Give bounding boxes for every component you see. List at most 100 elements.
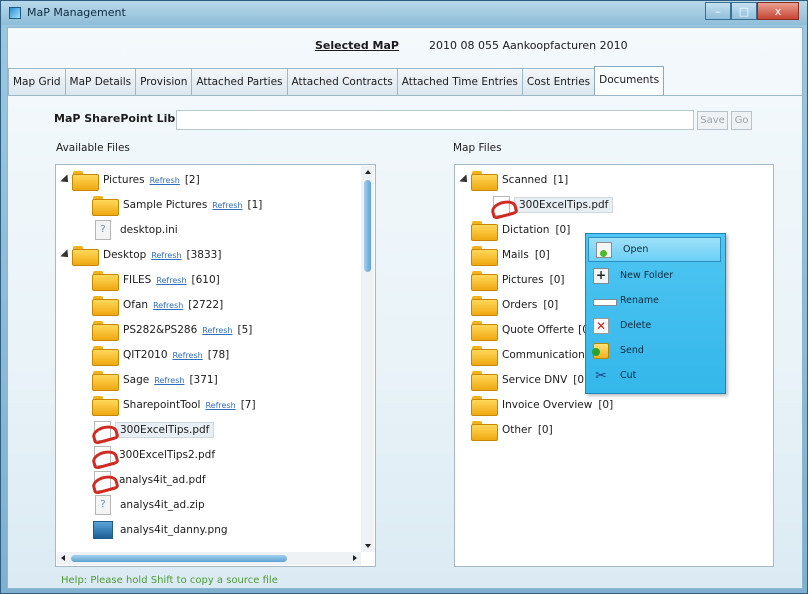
new-folder-icon: + <box>593 267 609 284</box>
item-name: analys4it_ad.zip <box>120 499 205 511</box>
context-menu-cut[interactable]: ✂ Cut <box>586 363 725 388</box>
folder-icon <box>92 345 119 366</box>
tree-item-folder[interactable]: Sage Refresh [371] <box>92 369 218 391</box>
item-name: Service DNV <box>502 374 568 386</box>
app-window: MaP Management – □ x Selected MaP 2010 0… <box>0 0 808 594</box>
tree-item-folder[interactable]: Scanned [1] <box>471 169 568 191</box>
item-count: [7] <box>240 399 256 411</box>
sharepoint-library-input[interactable] <box>176 110 694 130</box>
scroll-thumb[interactable] <box>71 555 287 562</box>
refresh-link[interactable]: Refresh <box>205 401 235 410</box>
tree-item-folder[interactable]: Other [0] <box>471 419 553 441</box>
scroll-down-icon[interactable] <box>365 544 371 548</box>
tree-item-folder[interactable]: Orders [0] <box>471 294 558 316</box>
tree-item-folder[interactable]: SharepointTool Refresh [7] <box>92 394 256 416</box>
tab-documents[interactable]: Documents <box>594 66 665 95</box>
minimize-button[interactable]: – <box>705 2 731 20</box>
scroll-right-icon[interactable] <box>353 555 357 561</box>
horizontal-scrollbar[interactable] <box>57 552 361 565</box>
tab-map-details[interactable]: MaP Details <box>64 68 137 95</box>
tab-attached-contracts[interactable]: Attached Contracts <box>286 68 398 95</box>
item-name: Ofan <box>123 299 149 311</box>
item-name: QIT2010 <box>123 349 168 361</box>
item-count: [0] <box>534 249 550 261</box>
refresh-link[interactable]: Refresh <box>173 351 203 360</box>
item-count: [1] <box>247 199 263 211</box>
expand-arrow-icon[interactable] <box>60 249 72 261</box>
image-icon <box>93 521 113 539</box>
expand-arrow-icon[interactable] <box>459 174 471 186</box>
pdf-icon <box>92 445 114 466</box>
tree-item-file[interactable]: analys4it_danny.png <box>92 519 228 541</box>
context-menu-rename[interactable]: Rename <box>586 288 725 313</box>
item-name: Pictures <box>103 174 145 186</box>
menu-item-label: Open <box>623 244 649 255</box>
tree-item-folder[interactable]: FILES Refresh [610] <box>92 269 220 291</box>
tree-item-file[interactable]: analys4it_ad.pdf <box>92 469 206 491</box>
folder-icon <box>471 170 498 191</box>
item-count: [0] <box>598 399 614 411</box>
vertical-scrollbar[interactable] <box>361 166 374 552</box>
folder-icon <box>471 295 498 316</box>
item-count: [78] <box>207 349 230 361</box>
tree-item-folder[interactable]: Sample Pictures Refresh [1] <box>92 194 262 216</box>
tree-item-file[interactable]: ? analys4it_ad.zip <box>92 494 205 516</box>
tree-item-folder[interactable]: Communication <box>471 344 591 366</box>
tree-item-file[interactable]: ? desktop.ini <box>92 219 178 241</box>
go-button[interactable]: Go <box>731 111 752 130</box>
expand-arrow-icon[interactable] <box>60 174 72 186</box>
context-menu-open[interactable]: Open <box>588 237 721 262</box>
tree-item-folder[interactable]: Service DNV [0] <box>471 369 588 391</box>
folder-icon <box>92 295 119 316</box>
tree-item-folder[interactable]: Pictures [0] <box>471 269 564 291</box>
maximize-button[interactable]: □ <box>731 2 757 20</box>
item-name: Desktop <box>103 249 147 261</box>
tree-item-folder[interactable]: QIT2010 Refresh [78] <box>92 344 229 366</box>
scroll-thumb[interactable] <box>364 180 371 272</box>
tree-item-folder[interactable]: Pictures Refresh [2] <box>72 169 200 191</box>
window-controls: – □ x <box>705 2 799 20</box>
title-bar[interactable]: MaP Management – □ x <box>1 1 807 25</box>
tab-cost-entries[interactable]: Cost Entries <box>521 68 596 95</box>
tree-item-file[interactable]: 300ExcelTips2.pdf <box>92 444 215 466</box>
refresh-link[interactable]: Refresh <box>202 326 232 335</box>
item-name: Quote Offerte <box>502 324 575 336</box>
refresh-link[interactable]: Refresh <box>151 251 181 260</box>
tab-attached-time-entries[interactable]: Attached Time Entries <box>396 68 523 95</box>
item-count: [1] <box>553 174 569 186</box>
menu-item-label: Send <box>620 345 644 356</box>
tree-item-folder[interactable]: Invoice Overview [0] <box>471 394 613 416</box>
tree-item-folder[interactable]: PS282&PS286 Refresh [5] <box>92 319 252 341</box>
menu-item-label: Delete <box>620 320 652 331</box>
tree-item-folder[interactable]: Mails [0] <box>471 244 550 266</box>
refresh-link[interactable]: Refresh <box>212 201 242 210</box>
tree-item-folder[interactable]: Ofan Refresh [2722] <box>92 294 223 316</box>
refresh-link[interactable]: Refresh <box>154 376 184 385</box>
tree-item-folder[interactable]: Desktop Refresh [3833] <box>72 244 221 266</box>
available-files-tree[interactable]: Pictures Refresh [2] Sample Pictures Ref… <box>55 164 376 567</box>
available-files-label: Available Files <box>56 142 130 154</box>
tree-item-folder[interactable]: Quote Offerte [0 <box>471 319 589 341</box>
scroll-left-icon[interactable] <box>61 555 65 561</box>
refresh-link[interactable]: Refresh <box>153 301 183 310</box>
tree-item-file[interactable]: 300ExcelTips.pdf <box>92 419 215 441</box>
scroll-up-icon[interactable] <box>365 170 371 174</box>
refresh-link[interactable]: Refresh <box>150 176 180 185</box>
item-name: 300ExcelTips.pdf <box>115 422 215 438</box>
context-menu-delete[interactable]: ✕ Delete <box>586 313 725 338</box>
folder-icon <box>471 245 498 266</box>
context-menu-send[interactable]: Send <box>586 338 725 363</box>
tree-item-folder[interactable]: Dictation [0] <box>471 219 570 241</box>
tab-provision[interactable]: Provision <box>135 68 193 95</box>
context-menu-new-folder[interactable]: + New Folder <box>586 263 725 288</box>
tab-attached-parties[interactable]: Attached Parties <box>191 68 288 95</box>
tab-map-grid[interactable]: Map Grid <box>8 68 66 95</box>
item-name: FILES <box>123 274 152 286</box>
close-button[interactable]: x <box>757 2 799 20</box>
open-icon <box>596 241 612 258</box>
refresh-link[interactable]: Refresh <box>156 276 186 285</box>
tree-item-file[interactable]: 300ExcelTips.pdf <box>491 194 614 216</box>
item-count: [2] <box>184 174 200 186</box>
save-button[interactable]: Save <box>697 111 728 130</box>
item-name: Orders <box>502 299 538 311</box>
